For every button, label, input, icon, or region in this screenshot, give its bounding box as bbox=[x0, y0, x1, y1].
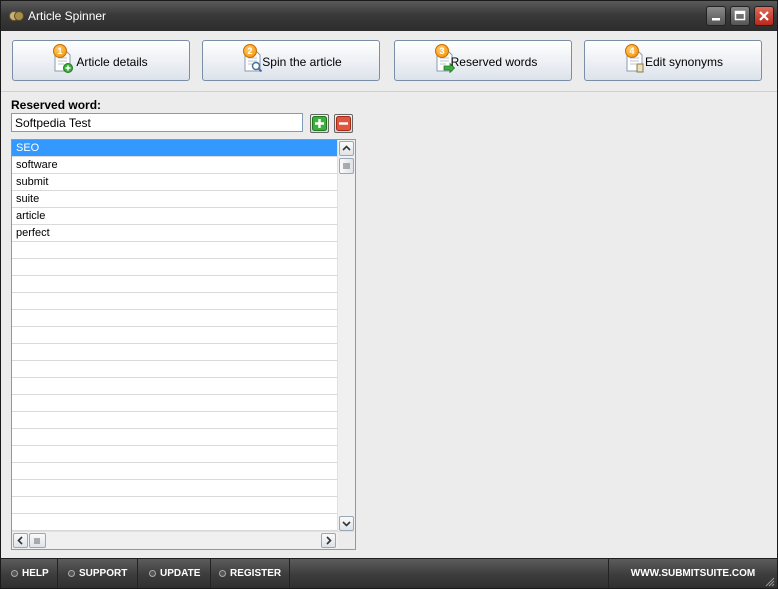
support-label: SUPPORT bbox=[79, 568, 128, 579]
radio-dot-icon bbox=[149, 570, 156, 577]
empty-list-row bbox=[12, 429, 338, 446]
minimize-icon bbox=[712, 18, 720, 21]
website-link[interactable]: WWW.SUBMITSUITE.COM bbox=[608, 559, 777, 588]
update-link[interactable]: UPDATE bbox=[138, 559, 211, 588]
scroll-up-button[interactable] bbox=[339, 141, 354, 156]
scrollbar-corner bbox=[338, 532, 355, 549]
empty-list-row bbox=[12, 514, 338, 531]
chevron-down-icon bbox=[342, 521, 351, 527]
list-rows: SEO software submit suite article perfect bbox=[12, 140, 338, 531]
plus-icon bbox=[312, 116, 327, 131]
grip-lines-icon bbox=[34, 538, 40, 544]
article-details-button[interactable]: 1 Article details bbox=[12, 40, 190, 81]
chevron-left-icon bbox=[17, 536, 23, 545]
minimize-button[interactable] bbox=[706, 6, 726, 26]
minus-icon bbox=[336, 116, 351, 131]
reserved-words-label: Reserved words bbox=[450, 55, 538, 69]
empty-list-row bbox=[12, 242, 338, 259]
help-link[interactable]: HELP bbox=[1, 559, 58, 588]
radio-dot-icon bbox=[219, 570, 226, 577]
scroll-down-button[interactable] bbox=[339, 516, 354, 531]
register-label: REGISTER bbox=[230, 568, 282, 579]
empty-list-row bbox=[12, 480, 338, 497]
scroll-left-button[interactable] bbox=[13, 533, 28, 548]
maximize-icon bbox=[734, 10, 746, 21]
radio-dot-icon bbox=[68, 570, 75, 577]
reserved-word-label: Reserved word: bbox=[11, 98, 102, 112]
list-item[interactable]: perfect bbox=[12, 225, 338, 242]
maximize-button[interactable] bbox=[730, 6, 750, 26]
close-button[interactable] bbox=[754, 6, 774, 26]
close-icon bbox=[759, 11, 769, 21]
empty-list-row bbox=[12, 276, 338, 293]
empty-list-row bbox=[12, 463, 338, 480]
reserved-words-button[interactable]: 3 Reserved words bbox=[394, 40, 572, 81]
list-item[interactable]: suite bbox=[12, 191, 338, 208]
horizontal-scrollbar[interactable] bbox=[12, 531, 355, 549]
vertical-scroll-thumb[interactable] bbox=[339, 158, 354, 174]
empty-list-row bbox=[12, 259, 338, 276]
list-item[interactable]: software bbox=[12, 157, 338, 174]
list-item[interactable]: SEO bbox=[12, 140, 338, 157]
horizontal-scroll-thumb[interactable] bbox=[29, 533, 46, 548]
empty-list-row bbox=[12, 327, 338, 344]
edit-synonyms-label: Edit synonyms bbox=[644, 55, 724, 69]
add-word-button[interactable] bbox=[310, 114, 329, 133]
status-bar: HELP SUPPORT UPDATE REGISTER WWW.SUBMITS… bbox=[1, 558, 777, 588]
empty-list-row bbox=[12, 497, 338, 514]
grip-lines-icon bbox=[343, 163, 350, 169]
scroll-right-button[interactable] bbox=[321, 533, 336, 548]
help-label: HELP bbox=[22, 568, 49, 579]
chevron-right-icon bbox=[326, 536, 332, 545]
empty-list-row bbox=[12, 395, 338, 412]
empty-list-row bbox=[12, 293, 338, 310]
reserved-words-panel: Reserved word: Softpedia Test SEO softwar… bbox=[1, 92, 777, 558]
reserved-words-list[interactable]: SEO software submit suite article perfect bbox=[11, 139, 356, 550]
empty-list-row bbox=[12, 446, 338, 463]
article-details-label: Article details bbox=[76, 55, 148, 69]
remove-word-button[interactable] bbox=[334, 114, 353, 133]
app-window: Article Spinner 1 Article details 2 Spin… bbox=[0, 0, 778, 589]
vertical-scrollbar[interactable] bbox=[337, 140, 355, 532]
empty-list-row bbox=[12, 310, 338, 327]
title-bar[interactable]: Article Spinner bbox=[1, 1, 777, 31]
reserved-word-input[interactable]: Softpedia Test bbox=[11, 113, 303, 132]
list-item[interactable]: submit bbox=[12, 174, 338, 191]
empty-list-row bbox=[12, 412, 338, 429]
app-logo-icon bbox=[9, 11, 24, 21]
list-item[interactable]: article bbox=[12, 208, 338, 225]
empty-list-row bbox=[12, 344, 338, 361]
spin-article-button[interactable]: 2 Spin the article bbox=[202, 40, 380, 81]
update-label: UPDATE bbox=[160, 568, 201, 579]
chevron-up-icon bbox=[342, 145, 351, 151]
spin-article-label: Spin the article bbox=[262, 55, 342, 69]
resize-grip-icon[interactable] bbox=[765, 577, 775, 587]
empty-list-row bbox=[12, 378, 338, 395]
register-link[interactable]: REGISTER bbox=[211, 559, 290, 588]
edit-synonyms-button[interactable]: 4 Edit synonyms bbox=[584, 40, 762, 81]
support-link[interactable]: SUPPORT bbox=[58, 559, 138, 588]
window-title: Article Spinner bbox=[28, 9, 107, 23]
empty-list-row bbox=[12, 361, 338, 378]
radio-dot-icon bbox=[11, 570, 18, 577]
main-toolbar: 1 Article details 2 Spin the article 3 R… bbox=[1, 31, 777, 92]
